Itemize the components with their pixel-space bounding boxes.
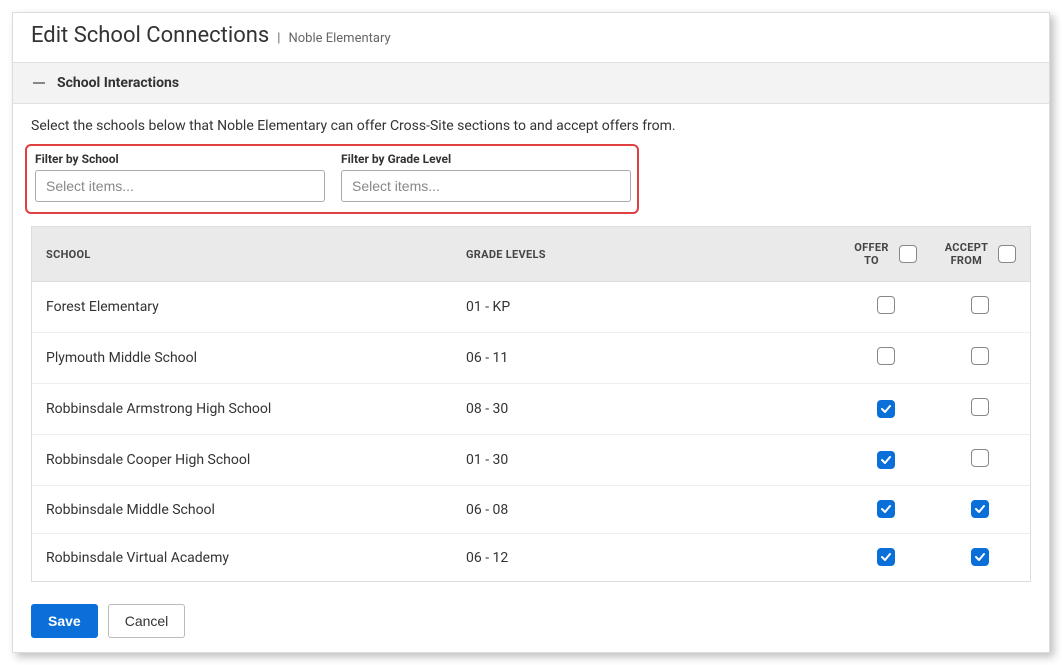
cell-grade: 06 - 08 xyxy=(452,486,840,534)
cell-grade: 06 - 12 xyxy=(452,534,840,582)
cell-offer xyxy=(840,486,930,534)
cell-school: Forest Elementary xyxy=(32,282,452,333)
page-title-separator: | xyxy=(277,31,280,46)
cell-school: Robbinsdale Armstrong High School xyxy=(32,384,452,435)
save-button[interactable]: Save xyxy=(31,604,98,638)
table-header-row: SCHOOL GRADE LEVELS OFFER TO ACCEPT FROM xyxy=(32,227,1030,282)
filter-by-school-input[interactable] xyxy=(35,170,325,202)
schools-table: SCHOOL GRADE LEVELS OFFER TO ACCEPT FROM xyxy=(31,226,1031,582)
cell-school: Robbinsdale Middle School xyxy=(32,486,452,534)
accept-checkbox[interactable] xyxy=(971,347,989,365)
col-header-offer: OFFER TO xyxy=(840,227,930,282)
cell-accept xyxy=(931,534,1030,582)
cell-school: Robbinsdale Cooper High School xyxy=(32,435,452,486)
accept-checkbox[interactable] xyxy=(971,296,989,314)
cell-grade: 01 - 30 xyxy=(452,435,840,486)
cell-grade: 01 - KP xyxy=(452,282,840,333)
cell-offer xyxy=(840,282,930,333)
page-subtitle: Noble Elementary xyxy=(288,31,390,46)
cell-accept xyxy=(931,333,1030,384)
table-row: Forest Elementary01 - KP xyxy=(32,282,1030,333)
cell-grade: 08 - 30 xyxy=(452,384,840,435)
offer-checkbox[interactable] xyxy=(877,347,895,365)
cell-accept xyxy=(931,384,1030,435)
cell-accept xyxy=(931,435,1030,486)
offer-checkbox[interactable] xyxy=(877,548,895,566)
cell-offer xyxy=(840,435,930,486)
offer-all-checkbox[interactable] xyxy=(899,245,917,263)
instructions-text: Select the schools below that Noble Elem… xyxy=(13,104,1049,144)
cell-grade: 06 - 11 xyxy=(452,333,840,384)
filter-by-grade: Filter by Grade Level xyxy=(341,152,631,202)
filters-highlight: Filter by School Filter by Grade Level xyxy=(25,144,639,214)
accept-all-checkbox[interactable] xyxy=(998,245,1016,263)
accept-checkbox[interactable] xyxy=(971,449,989,467)
cell-accept xyxy=(931,282,1030,333)
table-row: Robbinsdale Armstrong High School08 - 30 xyxy=(32,384,1030,435)
cell-offer xyxy=(840,534,930,582)
cell-school: Plymouth Middle School xyxy=(32,333,452,384)
table-row: Robbinsdale Virtual Academy06 - 12 xyxy=(32,534,1030,582)
table-row: Plymouth Middle School06 - 11 xyxy=(32,333,1030,384)
cell-school: Robbinsdale Virtual Academy xyxy=(32,534,452,582)
page-header: Edit School Connections | Noble Elementa… xyxy=(13,13,1049,63)
offer-checkbox[interactable] xyxy=(877,451,895,469)
accept-checkbox[interactable] xyxy=(971,398,989,416)
cell-offer xyxy=(840,333,930,384)
filter-by-grade-input[interactable] xyxy=(341,170,631,202)
offer-checkbox[interactable] xyxy=(877,400,895,418)
section-header[interactable]: School Interactions xyxy=(13,63,1049,104)
collapse-icon xyxy=(31,75,47,91)
col-header-grade[interactable]: GRADE LEVELS xyxy=(452,227,840,282)
table-row: Robbinsdale Cooper High School01 - 30 xyxy=(32,435,1030,486)
accept-checkbox[interactable] xyxy=(971,548,989,566)
col-header-accept: ACCEPT FROM xyxy=(931,227,1030,282)
page-title: Edit School Connections xyxy=(31,23,269,48)
cell-accept xyxy=(931,486,1030,534)
table-row: Robbinsdale Middle School06 - 08 xyxy=(32,486,1030,534)
offer-checkbox[interactable] xyxy=(877,500,895,518)
col-header-accept-label: ACCEPT FROM xyxy=(945,241,988,267)
window: Edit School Connections | Noble Elementa… xyxy=(12,12,1050,653)
cancel-button[interactable]: Cancel xyxy=(108,604,186,638)
offer-checkbox[interactable] xyxy=(877,296,895,314)
col-header-school[interactable]: SCHOOL xyxy=(32,227,452,282)
col-header-offer-label: OFFER TO xyxy=(854,241,888,267)
filter-by-school-label: Filter by School xyxy=(35,152,325,166)
cell-offer xyxy=(840,384,930,435)
section-title: School Interactions xyxy=(57,75,179,91)
footer: Save Cancel xyxy=(13,594,1049,652)
filter-by-school: Filter by School xyxy=(35,152,325,202)
accept-checkbox[interactable] xyxy=(971,500,989,518)
filter-by-grade-label: Filter by Grade Level xyxy=(341,152,631,166)
